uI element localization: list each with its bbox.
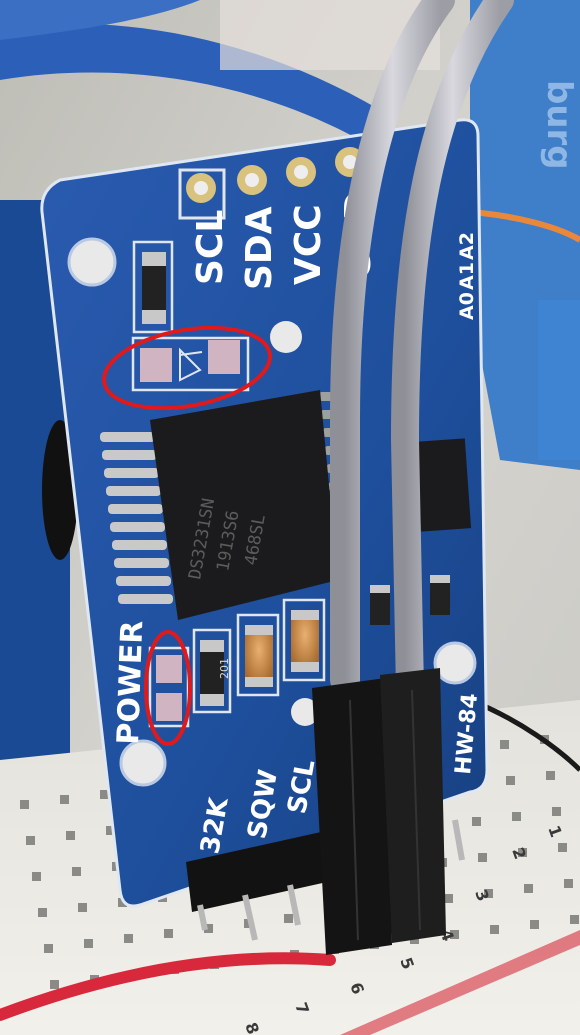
breadboard-hole xyxy=(444,894,453,903)
breadboard-hole xyxy=(512,812,521,821)
chip-pin xyxy=(100,432,155,442)
breadboard-hole xyxy=(564,879,573,888)
breadboard-hole xyxy=(72,867,81,876)
breadboard-hole xyxy=(546,771,555,780)
breadboard-hole xyxy=(32,872,41,881)
eeprom-chip xyxy=(414,438,472,532)
addr-label-a0: A0 xyxy=(456,292,478,320)
breadboard-hole xyxy=(38,908,47,917)
breadboard-hole xyxy=(506,776,515,785)
mounting-hole xyxy=(433,641,477,685)
breadboard-hole xyxy=(490,925,499,934)
chip-pin xyxy=(110,522,165,532)
photo-scene: burg 1 2 3 4 5 6 7 8 SCL SDA VCC GND A0 … xyxy=(0,0,580,1035)
breadboard-hole xyxy=(44,944,53,953)
breadboard-hole xyxy=(570,915,579,924)
breadboard-hole xyxy=(124,934,133,943)
chip-pin xyxy=(112,540,167,550)
chip-pin xyxy=(116,576,171,586)
resistor-code: 201 xyxy=(218,658,231,679)
breadboard-hole xyxy=(530,920,539,929)
chip-pin xyxy=(104,468,159,478)
addr-label-a2: A2 xyxy=(456,232,478,260)
background-text: burg xyxy=(539,80,579,170)
mounting-hole xyxy=(119,739,167,787)
breadboard-hole xyxy=(552,807,561,816)
via-hole xyxy=(270,321,302,353)
breadboard-hole xyxy=(60,795,69,804)
breadboard-hole xyxy=(66,831,75,840)
breadboard-hole xyxy=(20,800,29,809)
mounting-hole xyxy=(67,237,117,287)
breadboard-hole xyxy=(78,903,87,912)
pin-label-vcc: VCC xyxy=(288,204,329,285)
chip-pin xyxy=(108,504,163,514)
scene-svg: burg 1 2 3 4 5 6 7 8 SCL SDA VCC GND A0 … xyxy=(0,0,580,1035)
breadboard-hole xyxy=(26,836,35,845)
breadboard-hole xyxy=(472,817,481,826)
breadboard-hole xyxy=(500,740,509,749)
dupont-connector xyxy=(312,668,446,955)
addr-label-a1: A1 xyxy=(456,262,478,290)
breadboard-hole xyxy=(50,980,59,989)
breadboard-hole xyxy=(478,853,487,862)
breadboard-hole xyxy=(284,914,293,923)
pin-label-scl: SCL xyxy=(190,210,231,285)
rtc-chip xyxy=(150,390,338,620)
breadboard-hole xyxy=(524,884,533,893)
chip-pin xyxy=(102,450,157,460)
breadboard-hole xyxy=(84,939,93,948)
breadboard-hole xyxy=(164,929,173,938)
chip-pin xyxy=(114,558,169,568)
breadboard-hole xyxy=(558,843,567,852)
chip-pin xyxy=(106,486,161,496)
pin-label-sda: SDA xyxy=(239,206,280,290)
chip-pin xyxy=(118,594,173,604)
